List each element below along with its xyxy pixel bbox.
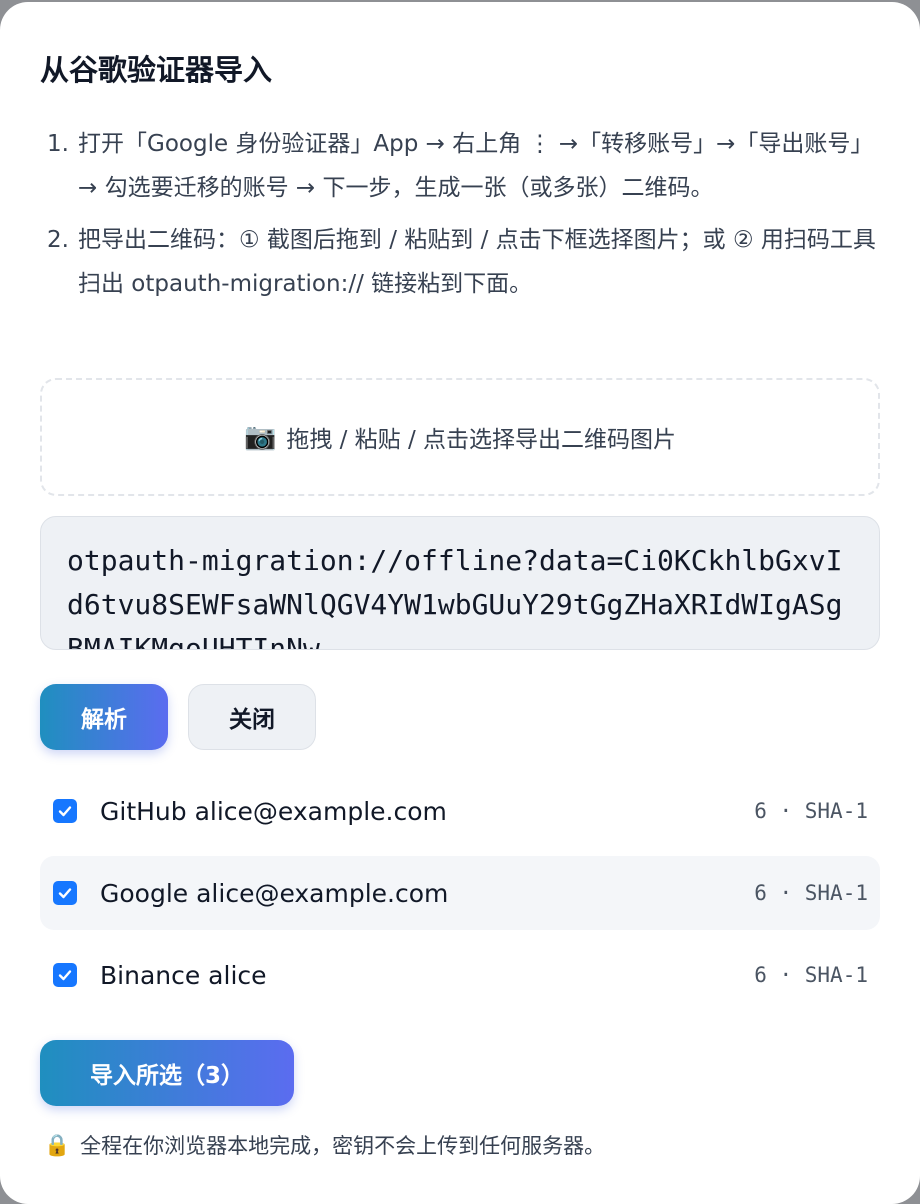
account-meta: 6 · SHA-1 [754, 963, 868, 987]
account-name: GitHub alice@example.com [100, 796, 447, 826]
account-name: Binance alice [100, 960, 267, 990]
instruction-steps: 1. 打开「Google 身份验证器」App → 右上角 ⋮ →「转移账号」→「… [40, 122, 880, 314]
privacy-note: 🔒 全程在你浏览器本地完成，密钥不会上传到任何服务器。 [44, 1130, 605, 1160]
close-button[interactable]: 关闭 [188, 684, 316, 750]
account-list: GitHub alice@example.com 6 · SHA-1 Googl… [40, 774, 880, 1020]
privacy-note-text: 全程在你浏览器本地完成，密钥不会上传到任何服务器。 [80, 1134, 606, 1158]
account-checkbox[interactable] [53, 881, 77, 905]
qr-image-dropzone[interactable]: 📷 拖拽 / 粘贴 / 点击选择导出二维码图片 [40, 378, 880, 496]
account-row[interactable]: Google alice@example.com 6 · SHA-1 [40, 856, 880, 930]
parse-button[interactable]: 解析 [40, 684, 168, 750]
account-name: Google alice@example.com [100, 878, 449, 908]
lock-icon: 🔒 [44, 1132, 71, 1157]
step-number: 2. [47, 227, 69, 253]
step-text: 打开「Google 身份验证器」App → 右上角 ⋮ →「转移账号」→「导出账… [78, 131, 874, 201]
import-selected-button[interactable]: 导入所选（3） [40, 1040, 294, 1106]
import-dialog: 从谷歌验证器导入 1. 打开「Google 身份验证器」App → 右上角 ⋮ … [0, 2, 920, 1204]
instruction-step: 2. 把导出二维码：① 截图后拖到 / 粘贴到 / 点击下框选择图片；或 ② 用… [40, 218, 880, 306]
account-checkbox[interactable] [53, 963, 77, 987]
dropzone-label: 拖拽 / 粘贴 / 点击选择导出二维码图片 [286, 427, 677, 453]
step-text: 把导出二维码：① 截图后拖到 / 粘贴到 / 点击下框选择图片；或 ② 用扫码工… [78, 227, 876, 297]
instruction-step: 1. 打开「Google 身份验证器」App → 右上角 ⋮ →「转移账号」→「… [40, 122, 880, 210]
dialog-title: 从谷歌验证器导入 [40, 53, 273, 87]
step-number: 1. [47, 131, 69, 157]
account-row[interactable]: Binance alice 6 · SHA-1 [40, 938, 880, 1012]
account-meta: 6 · SHA-1 [754, 799, 868, 823]
checkmark-icon [58, 970, 72, 981]
account-meta: 6 · SHA-1 [754, 881, 868, 905]
migration-uri-input[interactable]: otpauth-migration://offline?data=Ci0KCkh… [40, 516, 880, 650]
checkmark-icon [58, 806, 72, 817]
account-row[interactable]: GitHub alice@example.com 6 · SHA-1 [40, 774, 880, 848]
account-checkbox[interactable] [53, 799, 77, 823]
camera-icon: 📷 [243, 422, 277, 452]
checkmark-icon [58, 888, 72, 899]
